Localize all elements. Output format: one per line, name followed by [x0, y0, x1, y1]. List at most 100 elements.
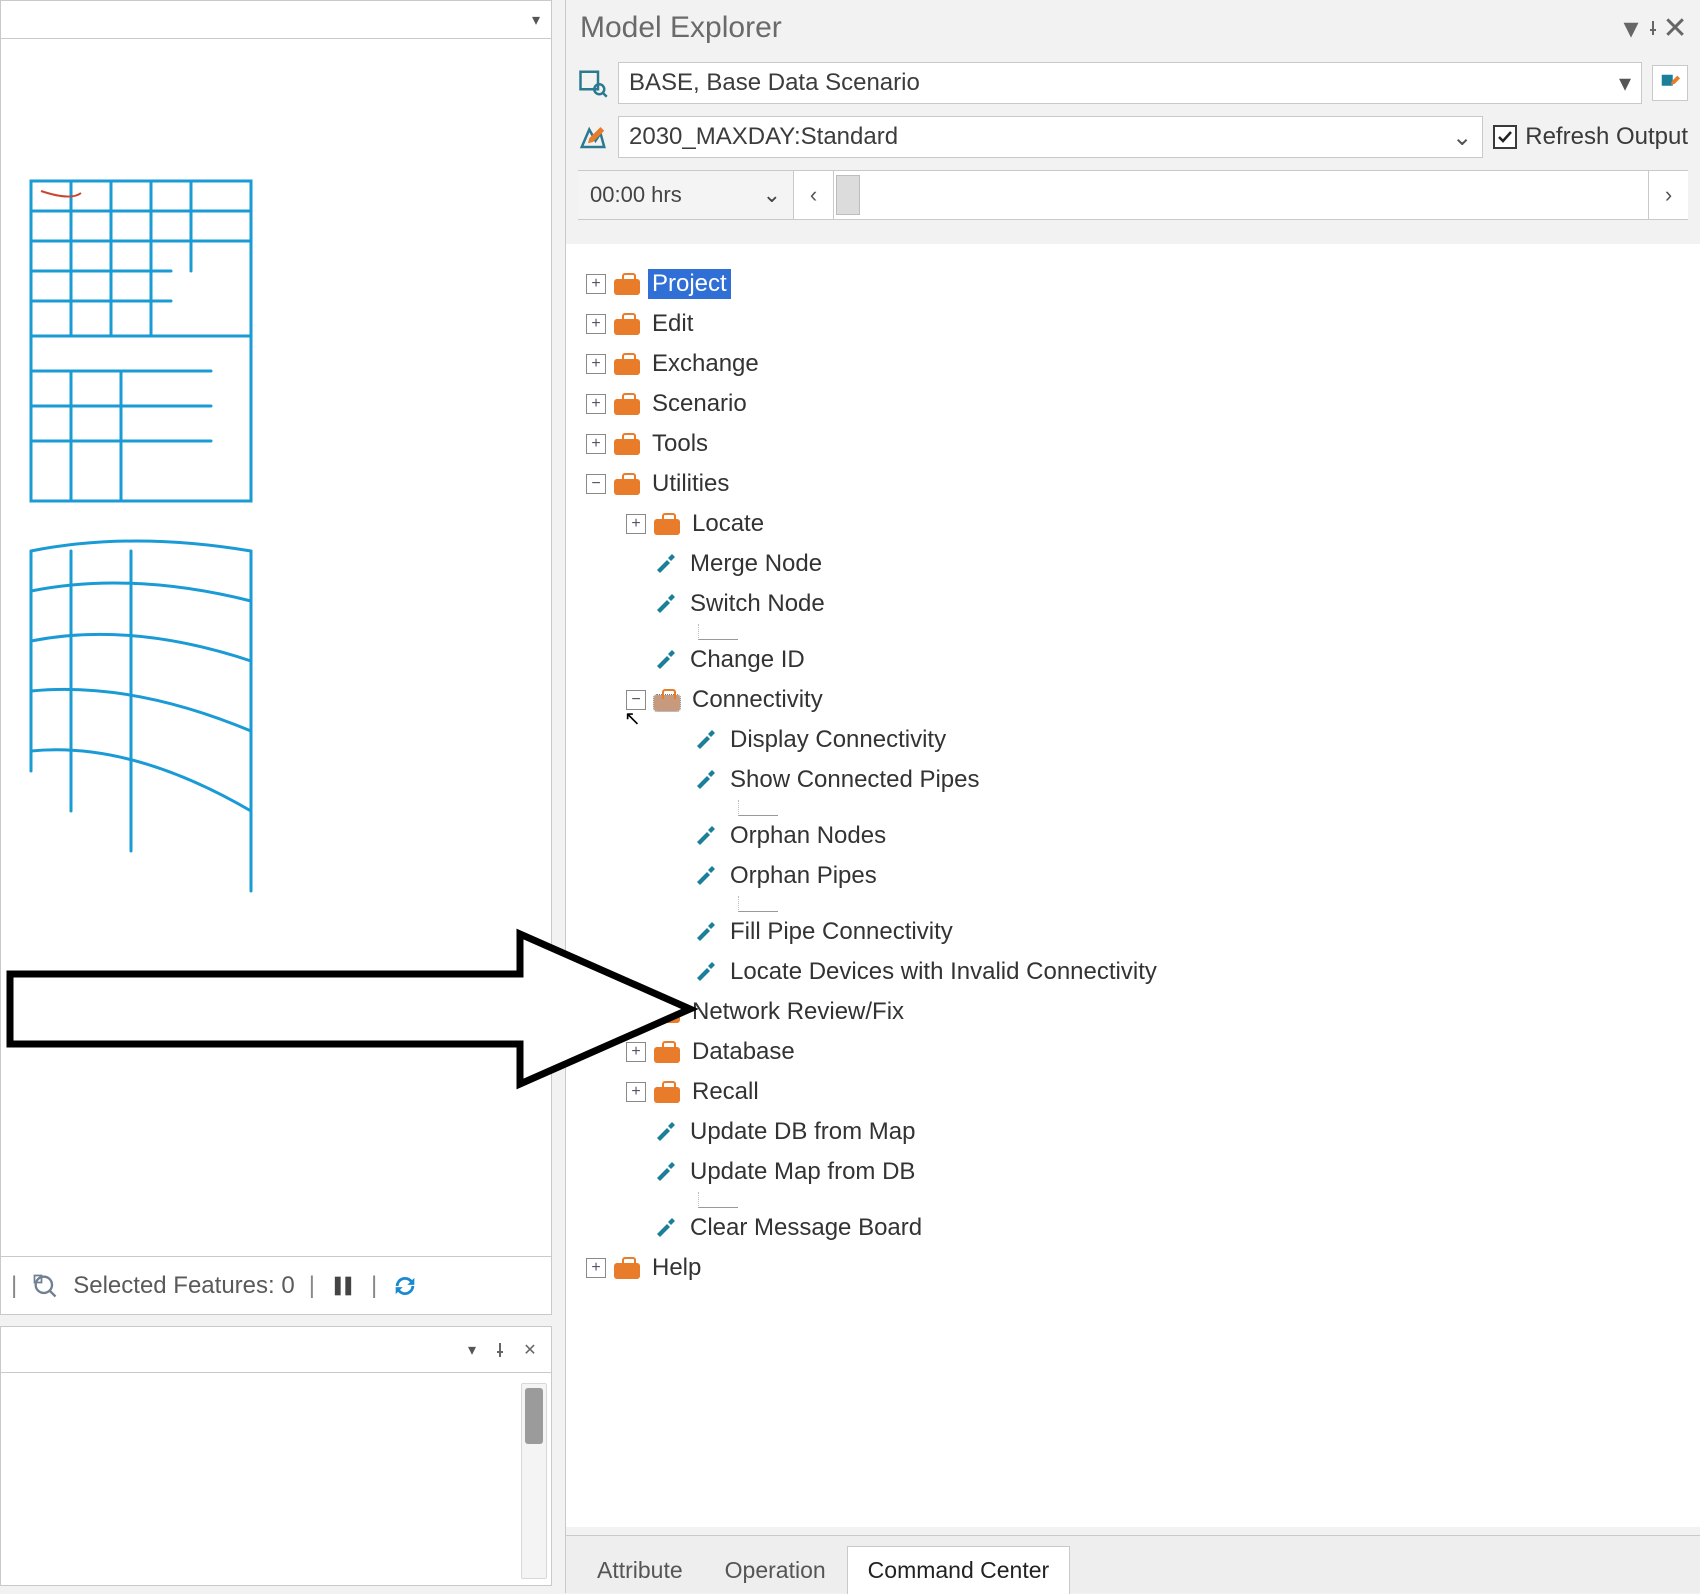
tree-node-exchange[interactable]: +Exchange — [586, 344, 1688, 384]
tree-divider — [738, 896, 778, 912]
tree-label: Utilities — [648, 469, 733, 499]
tool-icon — [694, 768, 718, 792]
tree-node-orphan-pipes[interactable]: Orphan Pipes — [586, 856, 1688, 896]
tree-label: Help — [648, 1253, 705, 1283]
bottom-dock-pane: ▾ ✕ — [0, 1326, 552, 1586]
chevron-down-icon: ▾ — [1619, 69, 1631, 98]
tool-icon — [654, 552, 678, 576]
refresh-output-label: Refresh Output — [1525, 123, 1688, 151]
tree-node-connectivity[interactable]: −Connectivity — [586, 680, 1688, 720]
tool-icon — [694, 824, 718, 848]
tab-label: Command Center — [868, 1557, 1050, 1583]
tree-node-utilities[interactable]: −Utilities — [586, 464, 1688, 504]
checkbox-box — [1493, 125, 1517, 149]
tree-node-fill-pipe-connectivity[interactable]: Fill Pipe Connectivity — [586, 912, 1688, 952]
tree-label: Display Connectivity — [726, 725, 950, 755]
map-pane-header: ▾ — [1, 1, 551, 39]
chevron-down-icon: ⌄ — [1452, 123, 1472, 152]
bottom-pane-menu-caret[interactable]: ▾ — [463, 1341, 481, 1359]
separator: | — [371, 1272, 377, 1300]
tree-label: Project — [648, 269, 731, 299]
tree-node-edit[interactable]: +Edit — [586, 304, 1688, 344]
tree-node-recall[interactable]: +Recall — [586, 1072, 1688, 1112]
tree-node-project[interactable]: +Project — [586, 264, 1688, 304]
tree-node-network-review[interactable]: +Network Review/Fix — [586, 992, 1688, 1032]
time-value: 00:00 hrs — [590, 182, 682, 208]
time-prev-button[interactable]: ‹ — [794, 171, 834, 219]
tree-node-show-connected-pipes[interactable]: Show Connected Pipes — [586, 760, 1688, 800]
run-profile-icon[interactable] — [578, 122, 608, 152]
briefcase-icon — [654, 689, 680, 711]
separator: | — [309, 1272, 315, 1300]
model-explorer-panel: Model Explorer ▾ ✕ BASE, Base Data Scena… — [565, 0, 1700, 1593]
tab-label: Operation — [725, 1557, 826, 1583]
map-pane-menu-caret[interactable]: ▾ — [527, 11, 545, 29]
pin-icon[interactable] — [1642, 17, 1664, 39]
tree-label: Clear Message Board — [686, 1213, 926, 1243]
time-combo[interactable]: 00:00 hrs ⌄ — [578, 171, 794, 219]
tree-node-merge-node[interactable]: Merge Node — [586, 544, 1688, 584]
close-icon[interactable]: ✕ — [519, 1339, 541, 1361]
tool-icon — [654, 1216, 678, 1240]
briefcase-icon — [614, 1257, 640, 1279]
tree-node-database[interactable]: +Database — [586, 1032, 1688, 1072]
briefcase-icon — [654, 1081, 680, 1103]
profile-combo[interactable]: 2030_MAXDAY:Standard ⌄ — [618, 116, 1483, 158]
pause-icon[interactable] — [329, 1272, 357, 1300]
tree-label: Connectivity — [688, 685, 827, 715]
tree-label: Tools — [648, 429, 712, 459]
tree-label: Update Map from DB — [686, 1157, 919, 1187]
tree-node-display-connectivity[interactable]: Display Connectivity — [586, 720, 1688, 760]
tab-operation[interactable]: Operation — [704, 1546, 847, 1594]
tab-attribute[interactable]: Attribute — [576, 1546, 704, 1594]
tree-node-locate-invalid[interactable]: Locate Devices with Invalid Connectivity — [586, 952, 1688, 992]
time-thumb[interactable] — [836, 175, 860, 215]
refresh-output-checkbox[interactable]: Refresh Output — [1493, 123, 1688, 151]
tool-icon — [654, 592, 678, 616]
bottom-pane-header: ▾ ✕ — [1, 1327, 551, 1373]
tree-node-clear-msg[interactable]: Clear Message Board — [586, 1208, 1688, 1248]
tree-label: Merge Node — [686, 549, 826, 579]
panel-menu-caret[interactable]: ▾ — [1620, 17, 1642, 39]
scenario-value: BASE, Base Data Scenario — [629, 69, 920, 97]
time-next-button[interactable]: › — [1648, 171, 1688, 219]
refresh-icon[interactable] — [391, 1272, 419, 1300]
explorer-toolbar: BASE, Base Data Scenario ▾ 2030_MAXDAY:S… — [566, 56, 1700, 220]
scenario-edit-button[interactable] — [1652, 65, 1688, 101]
tree-node-update-db[interactable]: Update DB from Map — [586, 1112, 1688, 1152]
tree-node-change-id[interactable]: Change ID — [586, 640, 1688, 680]
scrollbar-thumb[interactable] — [525, 1388, 543, 1444]
tool-icon — [694, 960, 718, 984]
map-canvas[interactable] — [11, 171, 271, 911]
tree-node-update-map[interactable]: Update Map from DB — [586, 1152, 1688, 1192]
scrollbar[interactable] — [521, 1383, 547, 1579]
scenario-combo[interactable]: BASE, Base Data Scenario ▾ — [618, 62, 1642, 104]
tree-node-switch-node[interactable]: Switch Node — [586, 584, 1688, 624]
command-tree: +Project +Edit +Exchange +Scenario +Tool… — [566, 244, 1700, 1527]
panel-title: Model Explorer — [580, 11, 782, 45]
briefcase-icon — [614, 353, 640, 375]
tree-label: Update DB from Map — [686, 1117, 919, 1147]
time-track[interactable] — [834, 171, 1648, 219]
briefcase-icon — [614, 473, 640, 495]
tree-node-scenario[interactable]: +Scenario — [586, 384, 1688, 424]
briefcase-icon — [614, 273, 640, 295]
tree-label: Exchange — [648, 349, 763, 379]
tab-command-center[interactable]: Command Center — [847, 1546, 1071, 1594]
tree-label: Locate — [688, 509, 768, 539]
tree-label: Scenario — [648, 389, 751, 419]
tree-divider — [738, 800, 778, 816]
pin-icon[interactable] — [489, 1339, 511, 1361]
tree-node-tools[interactable]: +Tools — [586, 424, 1688, 464]
selection-icon — [31, 1272, 59, 1300]
close-icon[interactable]: ✕ — [1664, 17, 1686, 39]
chevron-down-icon: ⌄ — [763, 182, 781, 208]
tool-icon — [654, 1160, 678, 1184]
scenario-search-icon[interactable] — [578, 68, 608, 98]
tree-node-help[interactable]: +Help — [586, 1248, 1688, 1288]
tree-node-locate[interactable]: +Locate — [586, 504, 1688, 544]
tree-node-orphan-nodes[interactable]: Orphan Nodes — [586, 816, 1688, 856]
tool-icon — [654, 1120, 678, 1144]
briefcase-icon — [654, 513, 680, 535]
tree-divider — [698, 624, 738, 640]
